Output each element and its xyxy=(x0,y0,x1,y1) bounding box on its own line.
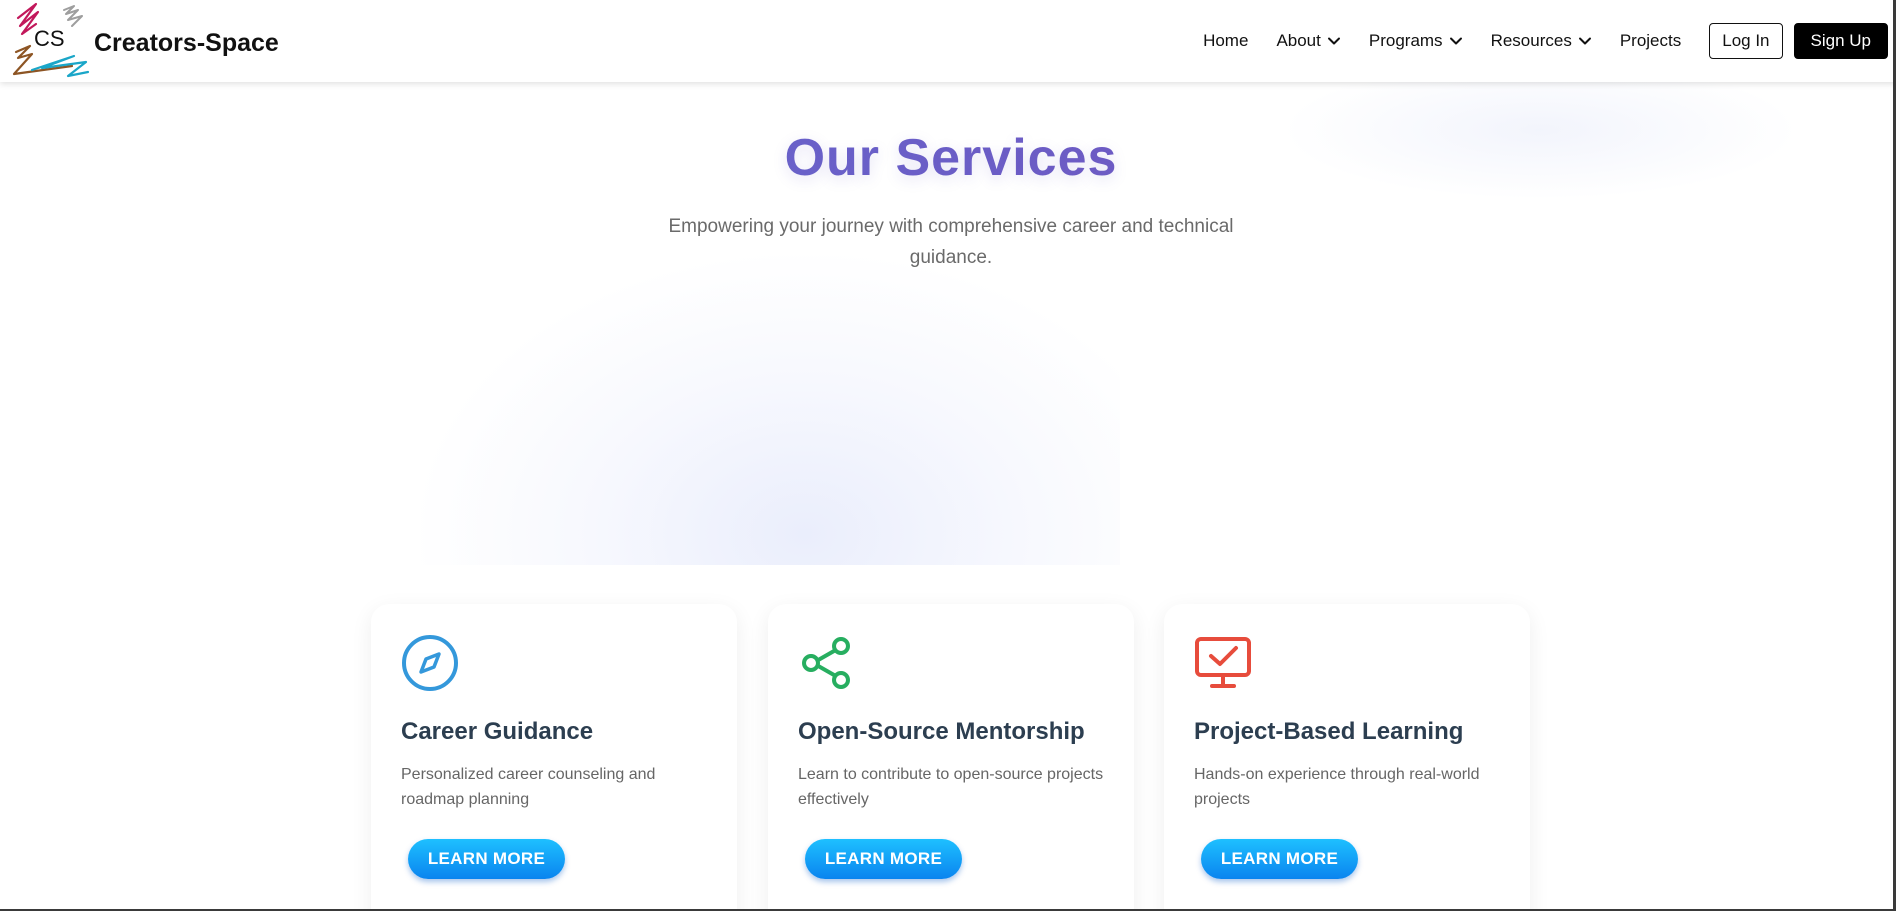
card-description: Personalized career counseling and roadm… xyxy=(401,766,656,808)
page-subtitle: Empowering your journey with comprehensi… xyxy=(668,216,1234,268)
card-title: Project-Based Learning xyxy=(1194,718,1464,745)
service-card-open-source-mentorship: Open-Source Mentorship Learn to contribu… xyxy=(768,604,1134,911)
logo-text: CS xyxy=(34,26,65,51)
nav-item-label: Projects xyxy=(1619,31,1682,50)
chevron-down-icon xyxy=(1327,37,1340,45)
monitor-check-icon xyxy=(1195,637,1251,688)
nav-item-label: Resources xyxy=(1490,31,1572,50)
nav-item-projects[interactable]: Projects xyxy=(1620,31,1681,51)
share-nodes-icon xyxy=(802,637,850,689)
service-card-project-based-learning: Project-Based Learning Hands-on experien… xyxy=(1164,604,1530,911)
card-description: Learn to contribute to open-source proje… xyxy=(798,766,1104,808)
nav-item-about[interactable]: About xyxy=(1276,31,1340,51)
chevron-down-icon xyxy=(1449,37,1462,45)
card-title: Career Guidance xyxy=(401,718,594,745)
nav-item-label: Programs xyxy=(1368,31,1443,50)
card-title: Open-Source Mentorship xyxy=(798,718,1085,745)
brand-name: Creators-Space xyxy=(94,28,279,57)
compass-icon xyxy=(402,635,458,691)
brand[interactable]: CS Creators-Space xyxy=(12,0,279,82)
signup-button[interactable]: Sign Up xyxy=(1793,23,1888,59)
login-button[interactable]: Log In xyxy=(1709,23,1783,59)
main-nav: Home About Programs Resources Projects L… xyxy=(1203,0,1888,82)
nav-item-programs[interactable]: Programs xyxy=(1369,31,1463,51)
creators-space-logo: CS xyxy=(12,2,90,78)
nav-item-home[interactable]: Home xyxy=(1203,31,1248,51)
learn-more-button[interactable]: LEARN MORE xyxy=(408,839,565,879)
learn-more-button[interactable]: LEARN MORE xyxy=(805,839,962,879)
services-page: CS Creators-Space Home About Programs Re… xyxy=(0,0,1896,911)
nav-item-resources[interactable]: Resources xyxy=(1491,31,1592,51)
page-title: Our Services xyxy=(0,128,1896,188)
chevron-down-icon xyxy=(1578,37,1591,45)
nav-item-label: Home xyxy=(1203,31,1249,50)
card-description: Hands-on experience through real-world p… xyxy=(1194,766,1480,808)
service-card-career-guidance: Career Guidance Personalized career coun… xyxy=(371,604,737,911)
navbar: CS Creators-Space Home About Programs Re… xyxy=(0,0,1896,82)
nav-item-label: About xyxy=(1276,31,1321,50)
decorative-glow-center xyxy=(420,255,1120,565)
learn-more-button[interactable]: LEARN MORE xyxy=(1201,839,1358,879)
